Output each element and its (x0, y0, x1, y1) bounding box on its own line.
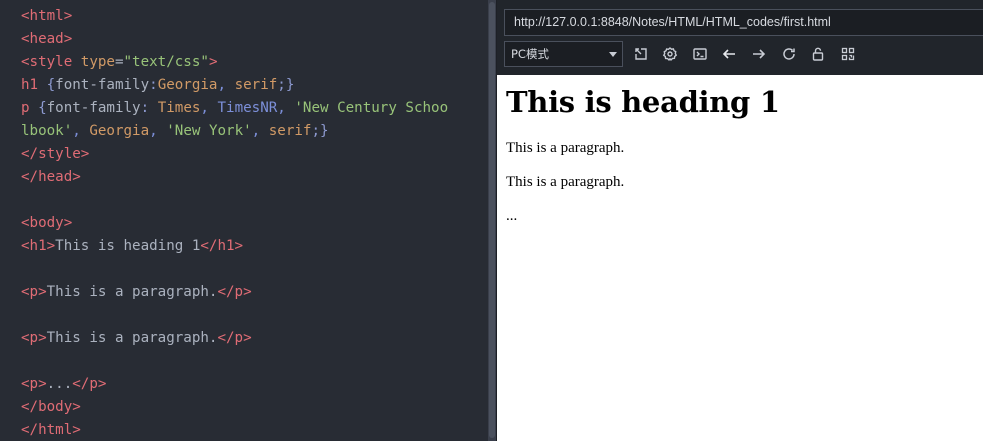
code-token: = (114, 54, 124, 70)
code-token: type (80, 54, 115, 70)
mode-select[interactable]: PC模式 (504, 41, 623, 67)
editor-scrollbar[interactable] (488, 0, 496, 441)
code-token: font-family (55, 77, 150, 93)
code-token: , (251, 123, 269, 139)
code-line[interactable]: <style type="text/css"> (21, 51, 481, 74)
code-line[interactable]: <html> (21, 5, 481, 28)
code-token: p (21, 100, 39, 116)
code-token: 'New York' (166, 123, 252, 139)
forward-arrow-icon[interactable] (749, 44, 769, 64)
code-token: </style> (21, 146, 90, 162)
code-token: <head> (21, 31, 73, 47)
rendered-page: This is heading 1 This is a paragraph. T… (497, 75, 983, 441)
code-token: { (38, 100, 47, 116)
code-line[interactable] (21, 189, 481, 212)
settings-icon[interactable] (660, 44, 680, 64)
code-line[interactable]: </body> (21, 396, 481, 419)
code-token: : (149, 77, 158, 93)
code-line[interactable]: p {font-family: Times, TimesNR, 'New Cen… (21, 97, 481, 120)
code-line[interactable]: lbook', Georgia, 'New York', serif;} (21, 120, 481, 143)
code-token: Georgia (157, 77, 218, 93)
code-token: </html> (21, 422, 81, 438)
code-token: ... (46, 376, 73, 392)
url-input[interactable]: http://127.0.0.1:8848/Notes/HTML/HTML_co… (504, 9, 983, 36)
code-token: { (46, 77, 56, 93)
code-token: lbook' (21, 123, 73, 139)
code-line[interactable]: <h1>This is heading 1</h1> (21, 235, 481, 258)
editor-scrollbar-thumb[interactable] (489, 2, 495, 438)
code-token: font-family (46, 100, 141, 116)
paragraph: ... (506, 208, 518, 224)
code-token: <body> (21, 215, 73, 231)
code-token: </body> (21, 399, 81, 415)
code-token: , TimesNR, (200, 100, 295, 116)
page-heading: This is heading 1 (506, 85, 780, 119)
code-token: h1 (21, 77, 47, 93)
code-token: , (217, 77, 235, 93)
code-token: 'New Century Schoo (294, 100, 449, 116)
browser-preview: http://127.0.0.1:8848/Notes/HTML/HTML_co… (496, 0, 983, 441)
code-token: > (208, 54, 218, 70)
code-token: serif (234, 77, 278, 93)
qrcode-icon[interactable] (838, 44, 858, 64)
code-token: ;} (277, 77, 295, 93)
code-token: This is a paragraph. (46, 284, 218, 300)
code-token: Times (157, 100, 201, 116)
code-line[interactable]: </html> (21, 419, 481, 441)
code-token: : (140, 100, 158, 116)
code-token: <p> (21, 284, 47, 300)
code-editor[interactable]: <html> <head> <style type="text/css"> h1 {f… (0, 0, 488, 441)
code-token: This is a paragraph. (46, 330, 218, 346)
code-token: </p> (72, 376, 107, 392)
code-token: <html> (21, 8, 73, 24)
code-token: <p> (21, 330, 47, 346)
paragraph: This is a paragraph. (506, 174, 625, 190)
code-line[interactable]: <p>This is a paragraph.</p> (21, 327, 481, 350)
screenshot-icon[interactable] (631, 44, 651, 64)
code-token: , (72, 123, 90, 139)
code-lines[interactable]: <html> <head> <style type="text/css"> h1 {f… (21, 5, 481, 441)
code-token: </h1> (200, 238, 244, 254)
code-token: Georgia (89, 123, 150, 139)
unlock-icon[interactable] (808, 44, 828, 64)
code-line[interactable] (21, 304, 481, 327)
code-line[interactable] (21, 258, 481, 281)
code-token: </head> (21, 169, 81, 185)
code-line[interactable] (21, 350, 481, 373)
chevron-down-icon (609, 52, 617, 57)
code-token: <style (21, 54, 81, 70)
code-token: <h1> (21, 238, 56, 254)
paragraph: This is a paragraph. (506, 140, 625, 156)
console-icon[interactable] (690, 44, 710, 64)
code-line[interactable]: <p>This is a paragraph.</p> (21, 281, 481, 304)
code-line[interactable]: <p>...</p> (21, 373, 481, 396)
code-token: ;} (311, 123, 329, 139)
code-token: </p> (217, 284, 252, 300)
code-token: serif (268, 123, 312, 139)
back-arrow-icon[interactable] (719, 44, 739, 64)
code-line[interactable]: <body> (21, 212, 481, 235)
code-token: </p> (217, 330, 252, 346)
mode-select-value: PC模式 (511, 47, 549, 61)
refresh-icon[interactable] (779, 44, 799, 64)
code-line[interactable]: </head> (21, 166, 481, 189)
code-line[interactable]: h1 {font-family:Georgia, serif;} (21, 74, 481, 97)
preview-toolbar-area: http://127.0.0.1:8848/Notes/HTML/HTML_co… (497, 0, 983, 75)
code-line[interactable]: <head> (21, 28, 481, 51)
code-token: This is heading 1 (55, 238, 201, 254)
code-token: "text/css" (123, 54, 209, 70)
code-line[interactable]: </style> (21, 143, 481, 166)
code-token: , (149, 123, 167, 139)
code-token: <p> (21, 376, 47, 392)
preview-toolbar: PC模式 (504, 41, 983, 68)
